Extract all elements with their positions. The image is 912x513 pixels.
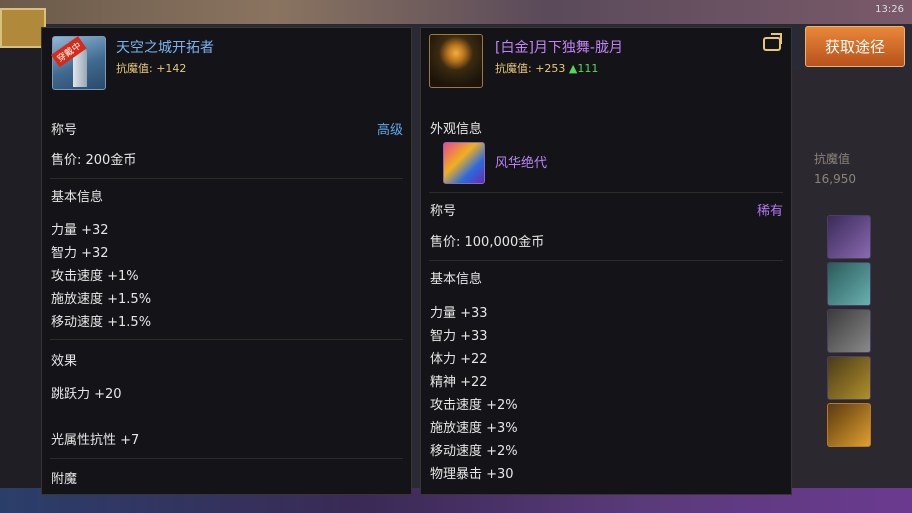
stat-line: 物理暴击 +30 (430, 467, 514, 482)
item-category: 称号 (51, 123, 78, 138)
stat-line: 移动速度 +1.5% (51, 315, 152, 330)
stat-line: 力量 +32 (51, 223, 109, 238)
anti-magic-value: 抗魔值: +253 ▲111 (495, 60, 598, 76)
effect-heading: 效果 (51, 354, 78, 369)
background-left-menu (0, 24, 42, 513)
divider (429, 260, 783, 261)
item-category: 称号 (430, 204, 457, 219)
stat-line: 体力 +22 (430, 352, 488, 367)
anti-magic-value: 抗魔值: +142 (116, 62, 187, 75)
stat-line: 施放速度 +3% (430, 421, 518, 436)
stat-line: 精神 +22 (430, 375, 488, 390)
divider (50, 458, 403, 459)
item-name: 天空之城开拓者 (116, 40, 214, 56)
left-menu-tab[interactable] (0, 8, 46, 48)
share-icon[interactable] (763, 37, 781, 51)
effect-line: 光属性抗性 +7 (51, 433, 140, 448)
stat-line: 智力 +33 (430, 329, 488, 344)
divider (50, 339, 403, 340)
appearance-item-name: 风华绝代 (495, 156, 548, 171)
stat-line: 攻击速度 +2% (430, 398, 518, 413)
effect-line: 跳跃力 +20 (51, 387, 122, 402)
inventory-slot[interactable] (827, 309, 871, 353)
inventory-slot[interactable] (827, 215, 871, 259)
total-anti-magic-value: 16,950 (814, 172, 856, 186)
inventory-slot[interactable] (827, 356, 871, 400)
enchant-heading: 附魔 (51, 472, 78, 487)
compare-item-tooltip: [白金]月下独舞-胧月 抗魔值: +253 ▲111 外观信息 风华绝代 称号 … (420, 27, 792, 495)
sell-price: 售价: 100,000金币 (430, 235, 545, 250)
equipped-item-tooltip: 穿戴中 天空之城开拓者 抗魔值: +142 称号 高级 售价: 200金币 基本… (41, 27, 412, 495)
stat-line: 攻击速度 +1% (51, 269, 139, 284)
item-grade: 高级 (376, 123, 403, 138)
stat-line: 施放速度 +1.5% (51, 292, 152, 307)
moon-icon (429, 34, 483, 88)
divider (429, 192, 783, 193)
get-source-button[interactable]: 获取途径 (805, 26, 905, 67)
stat-line: 移动速度 +2% (430, 444, 518, 459)
inventory-slot-selected[interactable] (827, 403, 871, 447)
anti-magic-text: 抗魔值: +253 (495, 62, 566, 75)
inventory-slot[interactable] (827, 262, 871, 306)
basic-info-heading: 基本信息 (51, 190, 104, 205)
background-top-bar (0, 0, 912, 24)
costume-icon[interactable] (443, 142, 485, 184)
divider (50, 178, 403, 179)
stat-line: 智力 +32 (51, 246, 109, 261)
basic-info-heading: 基本信息 (430, 272, 483, 287)
tower-icon: 穿戴中 (51, 36, 106, 90)
item-name: [白金]月下独舞-胧月 (495, 40, 623, 56)
anti-magic-increase: ▲111 (568, 62, 599, 75)
clock: 13:26 (875, 4, 904, 15)
appearance-heading: 外观信息 (430, 122, 483, 137)
stat-line: 力量 +33 (430, 306, 488, 321)
total-anti-magic-label: 抗魔值 (814, 152, 851, 166)
sell-price: 售价: 200金币 (51, 153, 137, 168)
item-grade: 稀有 (756, 204, 783, 219)
